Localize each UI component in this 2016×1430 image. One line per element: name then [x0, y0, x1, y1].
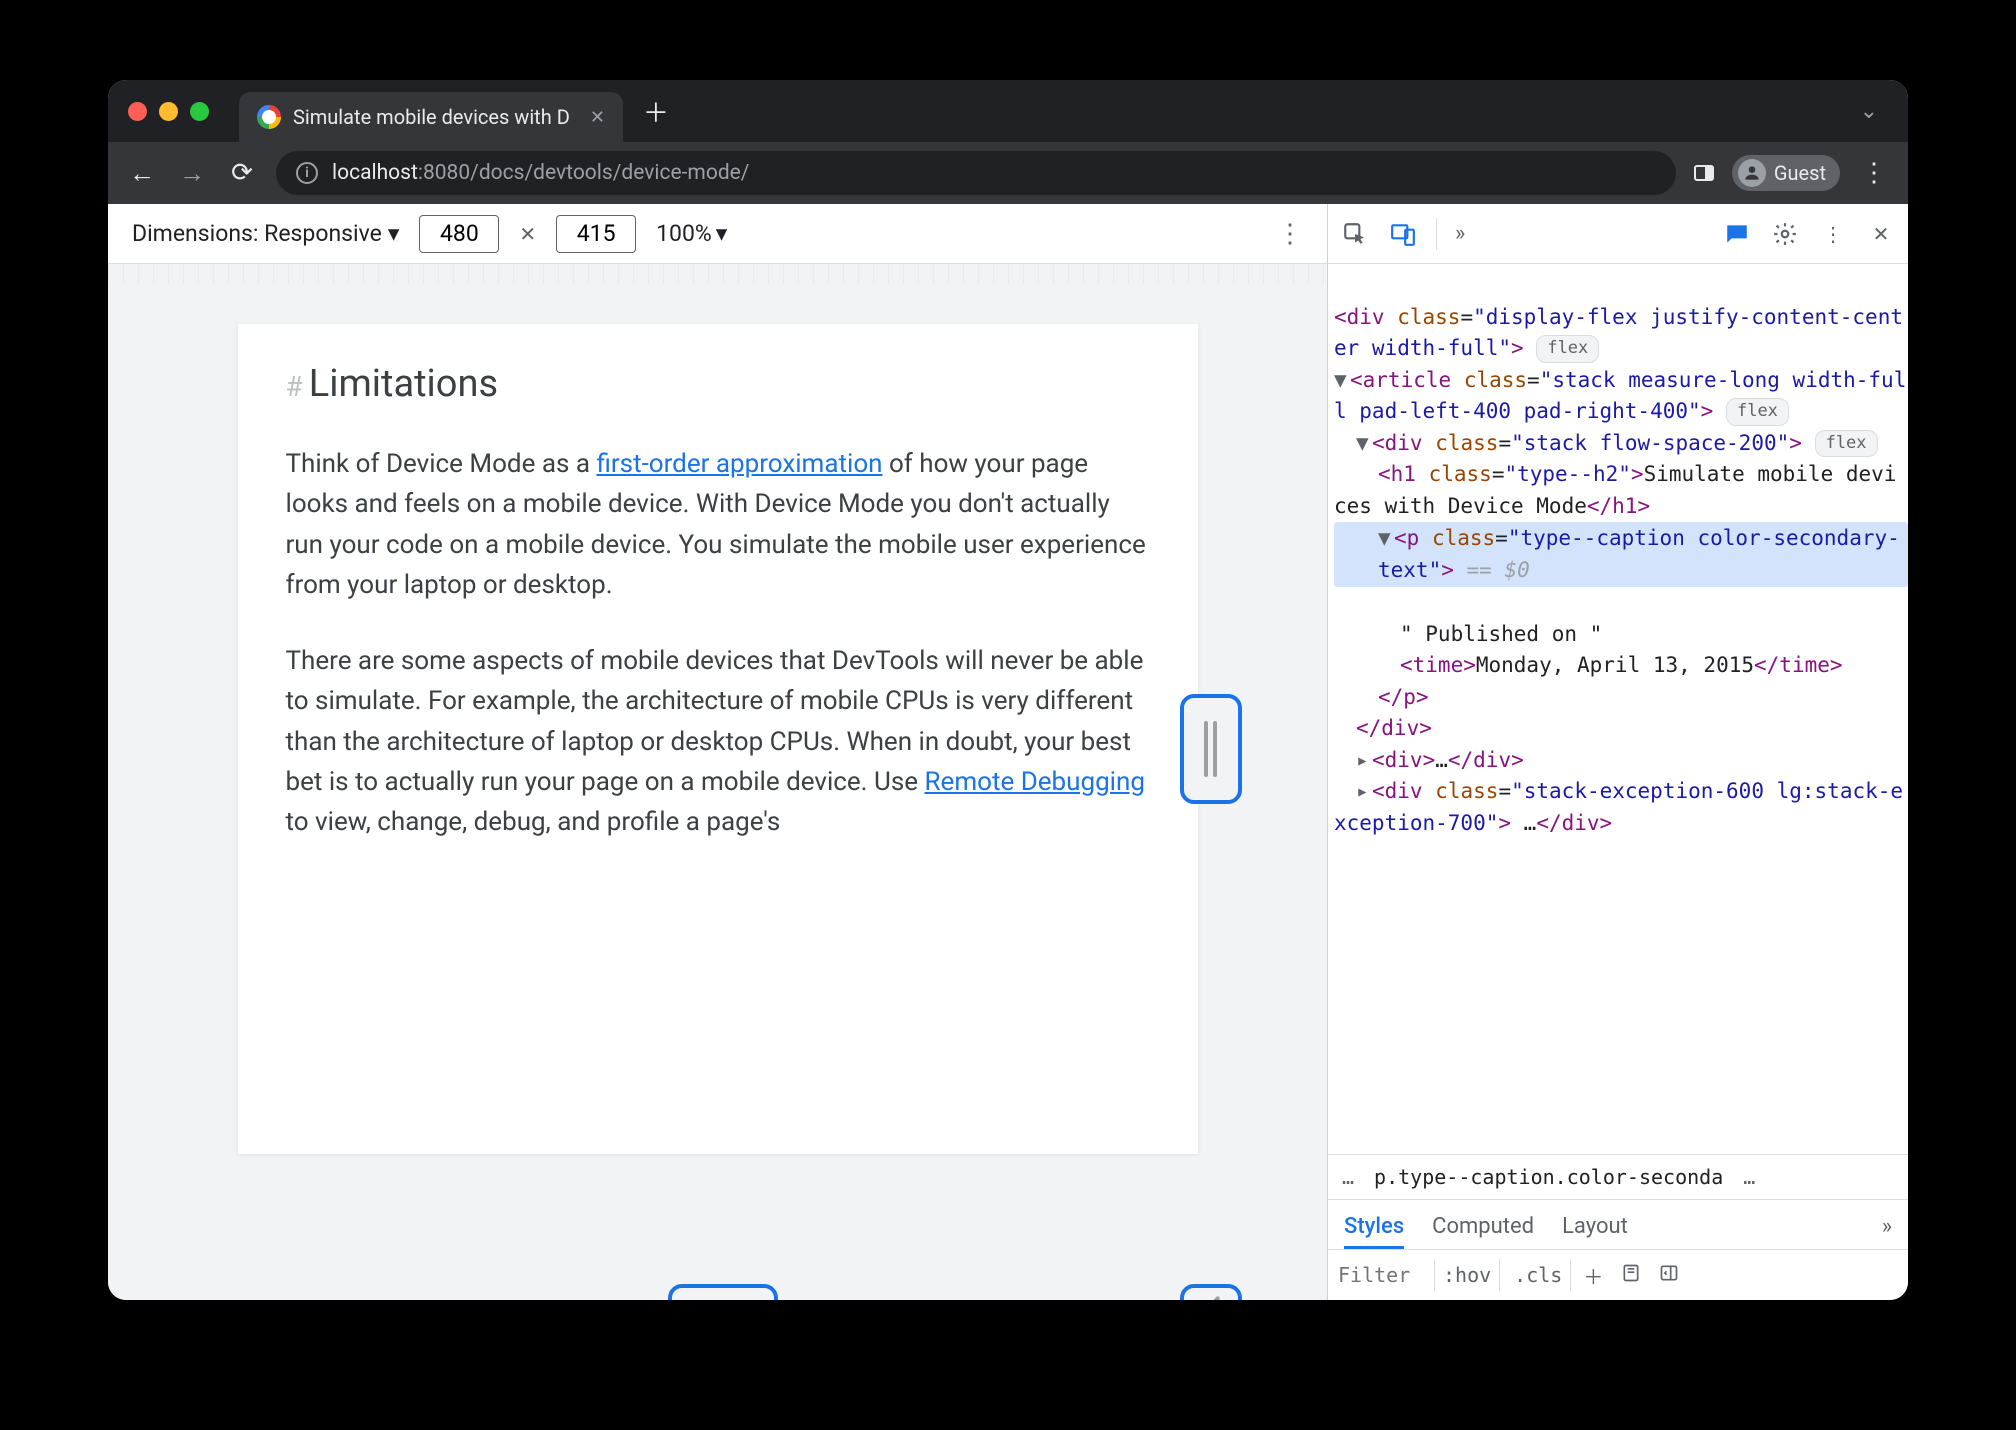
elements-breadcrumb[interactable]: … p.type--caption.color-seconda …	[1328, 1154, 1908, 1200]
device-area: #Limitations Think of Device Mode as a f…	[108, 284, 1327, 1300]
selected-element[interactable]: ▼<p class="type--caption color-secondary…	[1334, 522, 1908, 587]
feedback-icon[interactable]	[1722, 219, 1752, 249]
breadcrumb-overflow-left[interactable]: …	[1342, 1165, 1354, 1189]
chevron-down-icon: ▾	[716, 220, 728, 247]
elements-tree[interactable]: <div class="display-flex justify-content…	[1328, 264, 1908, 1154]
cls-toggle[interactable]: .cls	[1506, 1259, 1571, 1291]
settings-icon[interactable]	[1770, 219, 1800, 249]
device-more-icon[interactable]: ⋮	[1277, 219, 1303, 249]
close-devtools-icon[interactable]: ✕	[1866, 219, 1896, 249]
more-panels-icon[interactable]: »	[1455, 221, 1465, 246]
hov-toggle[interactable]: :hov	[1434, 1259, 1500, 1291]
reload-button[interactable]: ⟳	[226, 158, 258, 188]
device-mode-pane: Dimensions: Responsive ▾ ✕ 100% ▾ ⋮ #Lim…	[108, 204, 1328, 1300]
back-button[interactable]: ←	[126, 158, 158, 189]
resize-handle-corner[interactable]	[1180, 1284, 1242, 1300]
styles-pane-tabs: Styles Computed Layout »	[1328, 1200, 1908, 1250]
device-frame-wrap: #Limitations Think of Device Mode as a f…	[238, 324, 1198, 1300]
minimize-window-button[interactable]	[159, 102, 178, 121]
content-area: Dimensions: Responsive ▾ ✕ 100% ▾ ⋮ #Lim…	[108, 204, 1908, 1300]
devtools-toolbar: » ⋮ ✕	[1328, 204, 1908, 264]
breadcrumb-selected[interactable]: p.type--caption.color-seconda	[1374, 1165, 1723, 1189]
new-style-rule-icon[interactable]: ＋	[1577, 1261, 1609, 1290]
tab-title: Simulate mobile devices with D	[293, 105, 570, 129]
zoom-dropdown[interactable]: 100% ▾	[656, 220, 727, 247]
tab-strip: Simulate mobile devices with D ✕ ＋ ⌄	[108, 80, 1908, 142]
resize-handle-right[interactable]	[1180, 694, 1242, 804]
chrome-favicon	[257, 105, 281, 129]
address-bar[interactable]: i localhost:8080/docs/devtools/device-mo…	[276, 151, 1676, 195]
profile-label: Guest	[1774, 161, 1826, 185]
profile-button[interactable]: Guest	[1732, 155, 1840, 191]
browser-toolbar: ← → ⟳ i localhost:8080/docs/devtools/dev…	[108, 142, 1908, 204]
styles-filter-input[interactable]	[1338, 1263, 1428, 1287]
devtools-panel: » ⋮ ✕ <div class="display-flex justify-c…	[1328, 204, 1908, 1300]
height-input[interactable]	[556, 215, 636, 253]
tab-styles[interactable]: Styles	[1344, 1214, 1404, 1249]
site-info-icon[interactable]: i	[296, 162, 318, 184]
hash-anchor-icon[interactable]: #	[286, 370, 303, 403]
device-toggle-icon[interactable]	[1388, 219, 1418, 249]
dimensions-dropdown[interactable]: Dimensions: Responsive ▾	[132, 220, 399, 247]
width-ruler[interactable]	[108, 264, 1327, 284]
close-tab-icon[interactable]: ✕	[590, 107, 605, 128]
styles-toolbar: :hov .cls ＋	[1328, 1250, 1908, 1300]
resize-handle-bottom[interactable]	[668, 1284, 778, 1300]
computed-styles-icon[interactable]	[1615, 1263, 1647, 1288]
close-window-button[interactable]	[128, 102, 147, 121]
dimension-separator: ✕	[519, 222, 536, 246]
toolbar-right: Guest ⋮	[1694, 155, 1890, 191]
first-order-link[interactable]: first-order approximation	[596, 449, 882, 479]
more-tabs-icon[interactable]: »	[1882, 1214, 1892, 1249]
toggle-sidebar-icon[interactable]	[1653, 1263, 1685, 1288]
simulated-page[interactable]: #Limitations Think of Device Mode as a f…	[238, 324, 1198, 1154]
device-toolbar: Dimensions: Responsive ▾ ✕ 100% ▾ ⋮	[108, 204, 1327, 264]
inspect-element-icon[interactable]	[1340, 219, 1370, 249]
tab-layout[interactable]: Layout	[1562, 1214, 1628, 1249]
breadcrumb-overflow-right[interactable]: …	[1743, 1165, 1755, 1189]
side-panel-icon[interactable]	[1694, 165, 1714, 181]
devtools-menu-icon[interactable]: ⋮	[1818, 219, 1848, 249]
window-controls	[128, 102, 209, 121]
doc-paragraph: There are some aspects of mobile devices…	[286, 641, 1150, 842]
avatar-icon	[1738, 159, 1766, 187]
browser-window: Simulate mobile devices with D ✕ ＋ ⌄ ← →…	[108, 80, 1908, 1300]
maximize-window-button[interactable]	[190, 102, 209, 121]
forward-button[interactable]: →	[176, 158, 208, 189]
tab-computed[interactable]: Computed	[1432, 1214, 1534, 1249]
page-heading: #Limitations	[286, 362, 1150, 406]
browser-tab[interactable]: Simulate mobile devices with D ✕	[239, 92, 623, 142]
url-text: localhost:8080/docs/devtools/device-mode…	[332, 161, 749, 185]
new-tab-button[interactable]: ＋	[643, 93, 669, 130]
browser-menu-icon[interactable]: ⋮	[1858, 158, 1890, 188]
doc-paragraph: Think of Device Mode as a first-order ap…	[286, 444, 1150, 605]
remote-debugging-link[interactable]: Remote Debugging	[925, 767, 1145, 797]
tabs-dropdown-icon[interactable]: ⌄	[1860, 99, 1878, 124]
width-input[interactable]	[419, 215, 499, 253]
chevron-down-icon: ▾	[388, 220, 400, 247]
